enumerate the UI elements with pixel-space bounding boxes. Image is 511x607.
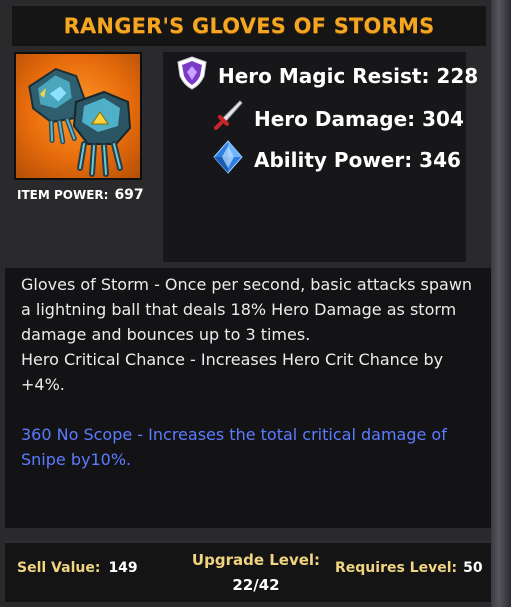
description-line: Gloves of Storm - Once per second, basic… <box>21 275 473 344</box>
stat-hero-damage: Hero Damage: 304 <box>212 99 464 138</box>
stat-magic-resist: Hero Magic Resist: 228 <box>176 56 478 95</box>
description-panel: Gloves of Storm - Once per second, basic… <box>5 268 491 528</box>
title-bar: RANGER'S GLOVES OF STORMS <box>12 6 486 46</box>
requires-level-value: 50 <box>463 560 483 576</box>
footer-bar: Sell Value: 149 Upgrade Level: 22/42 Req… <box>5 540 491 602</box>
sell-value-number: 149 <box>108 560 138 576</box>
talent-text: 360 No Scope - Increases the total criti… <box>21 425 447 469</box>
stat-label: Hero Damage: 304 <box>254 106 464 131</box>
item-image[interactable] <box>14 52 142 180</box>
item-power: ITEM POWER: 697 <box>17 187 144 203</box>
upgrade-level: Upgrade Level: 22/42 <box>188 548 324 598</box>
item-title: RANGER'S GLOVES OF STORMS <box>63 14 435 38</box>
upgrade-level-label: Upgrade Level: <box>191 551 321 569</box>
requires-level-label: Requires Level: <box>335 560 458 576</box>
stat-ability-power: Ability Power: 346 <box>212 140 461 179</box>
sell-value: Sell Value: 149 <box>17 560 138 576</box>
item-power-label: ITEM POWER: <box>17 188 109 202</box>
item-power-value: 697 <box>114 187 144 203</box>
sell-value-label: Sell Value: <box>17 560 101 576</box>
description-line: Hero Critical Chance - Increases Hero Cr… <box>21 350 444 394</box>
upgrade-level-value: 22/42 <box>232 576 280 594</box>
frame-edge <box>491 0 511 607</box>
description-text: Gloves of Storm - Once per second, basic… <box>21 272 481 472</box>
stat-label: Ability Power: 346 <box>254 147 461 172</box>
diamond-icon <box>212 140 244 179</box>
storm-gloves-icon <box>28 67 132 177</box>
requires-level: Requires Level: 50 <box>335 560 483 576</box>
footer-divider <box>5 540 491 543</box>
stat-label: Hero Magic Resist: 228 <box>218 63 479 88</box>
sword-icon <box>212 99 244 138</box>
shield-icon <box>176 56 208 95</box>
